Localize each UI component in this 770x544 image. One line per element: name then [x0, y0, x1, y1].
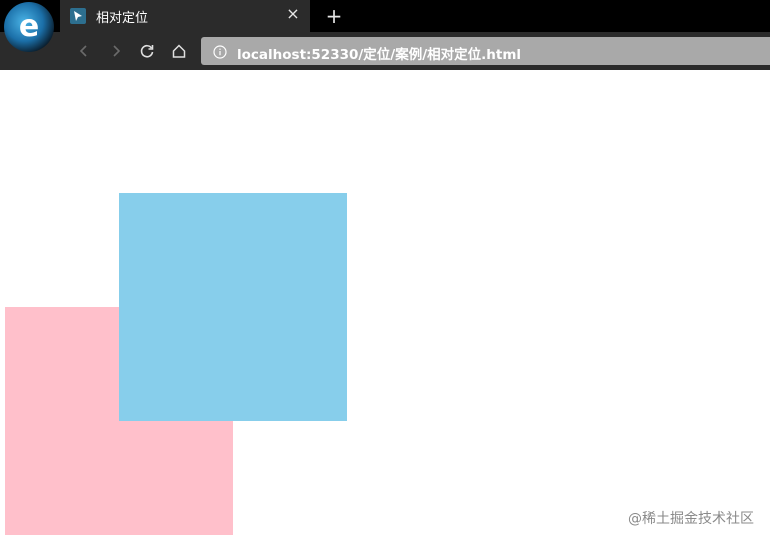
close-tab-icon[interactable]: ×: [284, 5, 302, 23]
info-icon[interactable]: [213, 44, 227, 59]
page-favicon-icon: [70, 8, 86, 24]
new-tab-button[interactable]: +: [322, 4, 346, 28]
back-arrow-icon[interactable]: [72, 39, 96, 63]
tab-active[interactable]: 相对定位 ×: [60, 0, 310, 32]
browser-window: e 相对定位 × + localhost:52330/定位/案例/相对定位.ht…: [0, 0, 770, 544]
address-url[interactable]: localhost:52330/定位/案例/相对定位.html: [237, 43, 521, 63]
browser-logo-icon[interactable]: e: [4, 2, 54, 52]
reload-icon[interactable]: [135, 39, 159, 63]
forward-arrow-icon[interactable]: [104, 39, 128, 63]
tab-title: 相对定位: [96, 11, 149, 26]
page-content: @稀土掘金技术社区: [0, 70, 770, 544]
toolbar: localhost:52330/定位/案例/相对定位.html: [0, 32, 770, 70]
address-bar[interactable]: localhost:52330/定位/案例/相对定位.html: [201, 37, 770, 65]
home-icon[interactable]: [167, 39, 191, 63]
tab-strip: e 相对定位 × +: [0, 0, 770, 52]
blue-box: [119, 193, 347, 421]
watermark: @稀土掘金技术社区: [628, 511, 754, 527]
